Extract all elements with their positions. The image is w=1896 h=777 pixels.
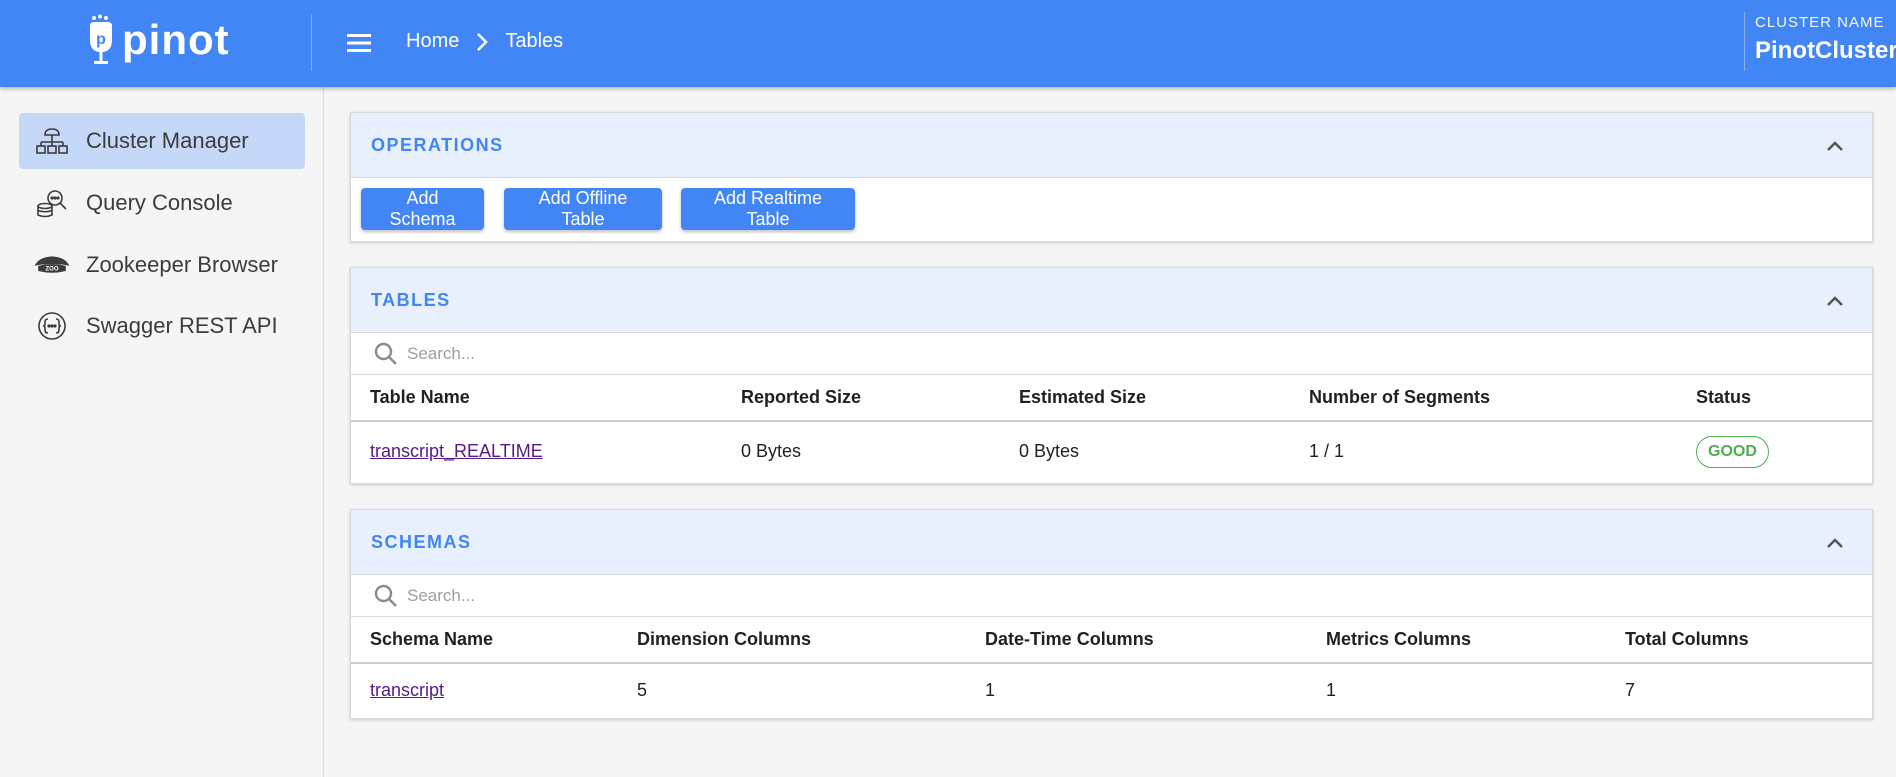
segments-cell: 1 / 1 xyxy=(1309,441,1345,461)
chevron-up-icon[interactable] xyxy=(1824,135,1846,157)
add-schema-button[interactable]: Add Schema xyxy=(361,188,484,230)
operations-buttons: Add Schema Add Offline Table Add Realtim… xyxy=(351,178,1872,241)
datetime-columns-cell: 1 xyxy=(985,680,996,700)
logo-text: pinot xyxy=(122,16,230,63)
add-realtime-table-button[interactable]: Add Realtime Table xyxy=(681,188,855,230)
table-row: transcript 5 1 1 7 xyxy=(351,663,1872,717)
estimated-size-cell: 0 Bytes xyxy=(1019,441,1080,461)
column-header[interactable]: Status xyxy=(1677,375,1872,422)
column-header[interactable]: Metrics Columns xyxy=(1307,617,1606,664)
header-divider-right xyxy=(1744,12,1745,71)
pinot-logo[interactable]: p pinot xyxy=(86,12,230,68)
tables-table: Table Name Reported Size Estimated Size … xyxy=(351,375,1872,481)
reported-size-cell: 0 Bytes xyxy=(741,441,802,461)
schema-name-link[interactable]: transcript xyxy=(370,680,444,700)
total-columns-cell: 7 xyxy=(1625,680,1636,700)
pinot-logo-icon: p xyxy=(90,14,112,64)
metrics-columns-cell: 1 xyxy=(1326,680,1337,700)
query-icon xyxy=(33,185,71,221)
schemas-title: SCHEMAS xyxy=(371,532,472,552)
table-row: transcript_REALTIME 0 Bytes 0 Bytes 1 / … xyxy=(351,421,1872,481)
svg-text:p: p xyxy=(96,31,106,48)
column-header[interactable]: Schema Name xyxy=(351,617,618,664)
tables-header[interactable]: TABLES xyxy=(351,268,1872,333)
table-header-row: Table Name Reported Size Estimated Size … xyxy=(351,375,1872,422)
sidebar-item-swagger-rest-api[interactable]: Swagger REST API xyxy=(19,298,305,354)
sidebar-item-query-console[interactable]: Query Console xyxy=(19,175,305,231)
header-divider xyxy=(311,14,312,71)
tables-search-row xyxy=(351,333,1872,375)
table-name-link[interactable]: transcript_REALTIME xyxy=(370,441,543,461)
chevron-right-icon xyxy=(475,32,489,52)
api-icon xyxy=(33,308,71,344)
cluster-name: PinotCluster xyxy=(1755,37,1896,64)
cluster-info: CLUSTER NAME PinotCluster xyxy=(1755,14,1896,65)
breadcrumb-home[interactable]: Home xyxy=(406,30,459,53)
tables-title: TABLES xyxy=(371,290,451,310)
schemas-search-input[interactable] xyxy=(407,583,1007,609)
sidebar: Cluster Manager Query Console ZOO Zookee… xyxy=(0,87,324,777)
schemas-table: Schema Name Dimension Columns Date-Time … xyxy=(351,617,1872,717)
schemas-header[interactable]: SCHEMAS xyxy=(351,510,1872,575)
column-header[interactable]: Number of Segments xyxy=(1290,375,1677,422)
schemas-search-row xyxy=(351,575,1872,617)
column-header[interactable]: Dimension Columns xyxy=(618,617,966,664)
operations-header[interactable]: OPERATIONS xyxy=(351,113,1872,178)
operations-panel: OPERATIONS Add Schema Add Offline Table … xyxy=(350,112,1873,242)
sidebar-item-label: Cluster Manager xyxy=(86,128,249,153)
chevron-up-icon[interactable] xyxy=(1824,532,1846,554)
schemas-panel: SCHEMAS Schema Name Dimension Columns Da… xyxy=(350,509,1873,719)
sidebar-item-zookeeper-browser[interactable]: ZOO Zookeeper Browser xyxy=(19,237,305,293)
breadcrumb-current: Tables xyxy=(505,30,564,52)
breadcrumb: Home Tables xyxy=(406,30,563,53)
add-offline-table-button[interactable]: Add Offline Table xyxy=(504,188,662,230)
column-header[interactable]: Total Columns xyxy=(1606,617,1872,664)
search-icon xyxy=(374,584,397,607)
chevron-up-icon[interactable] xyxy=(1824,290,1846,312)
column-header[interactable]: Date-Time Columns xyxy=(966,617,1307,664)
table-header-row: Schema Name Dimension Columns Date-Time … xyxy=(351,617,1872,664)
search-icon xyxy=(374,342,397,365)
cluster-icon xyxy=(33,123,71,159)
dimension-columns-cell: 5 xyxy=(637,680,648,700)
hamburger-menu-icon[interactable] xyxy=(344,28,374,58)
column-header[interactable]: Reported Size xyxy=(722,375,1000,422)
sidebar-item-label: Swagger REST API xyxy=(86,313,278,338)
operations-title: OPERATIONS xyxy=(371,135,504,155)
column-header[interactable]: Estimated Size xyxy=(1000,375,1290,422)
column-header[interactable]: Table Name xyxy=(351,375,722,422)
status-badge: GOOD xyxy=(1696,435,1769,468)
sidebar-item-cluster-manager[interactable]: Cluster Manager xyxy=(19,113,305,169)
tables-panel: TABLES Table Name Reported Size Estimate… xyxy=(350,267,1873,484)
sidebar-item-label: Zookeeper Browser xyxy=(86,252,278,277)
zookeeper-icon: ZOO xyxy=(33,247,71,283)
sidebar-item-label: Query Console xyxy=(86,190,233,215)
app-header: p pinot Home Tables CLUSTER NAME PinotCl… xyxy=(0,0,1896,87)
svg-text:ZOO: ZOO xyxy=(45,267,58,273)
cluster-name-label: CLUSTER NAME xyxy=(1755,14,1885,31)
tables-search-input[interactable] xyxy=(407,341,1007,367)
